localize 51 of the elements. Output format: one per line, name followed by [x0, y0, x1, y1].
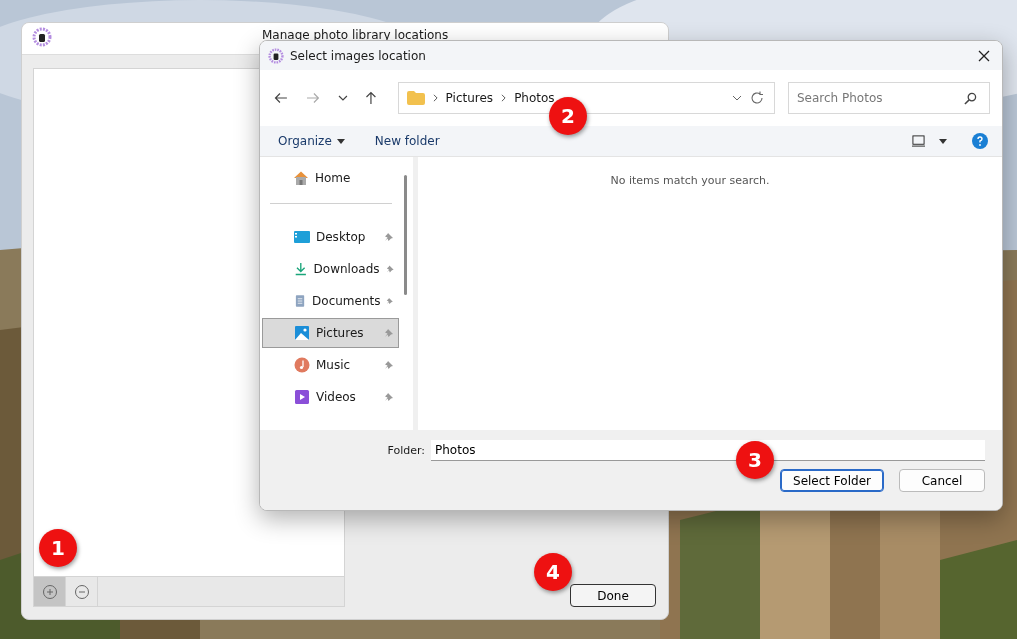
help-icon[interactable] — [972, 133, 988, 149]
nav-item[interactable]: Desktop — [262, 222, 399, 252]
download-icon — [294, 261, 308, 277]
add-button[interactable] — [34, 577, 66, 606]
search-field[interactable]: Search Photos — [787, 82, 990, 114]
select-folder-button[interactable]: Select Folder — [780, 469, 884, 492]
caret-icon[interactable] — [939, 138, 947, 144]
minus-circle-icon — [73, 583, 90, 600]
nav-item[interactable]: Downloads — [262, 254, 399, 284]
nav-item[interactable]: Documents — [262, 286, 399, 316]
new-folder-button[interactable]: New folder — [366, 131, 448, 151]
pin-icon — [384, 232, 394, 242]
refresh-icon[interactable] — [749, 91, 764, 105]
organize-button[interactable]: Organize — [270, 131, 353, 151]
chevron-right-icon — [432, 94, 438, 102]
nav-item[interactable]: Videos — [262, 382, 399, 412]
back-arrow-icon[interactable] — [274, 91, 288, 105]
pin-icon — [384, 392, 394, 402]
folder-icon — [406, 91, 425, 105]
monitor-icon — [294, 229, 310, 245]
chevron-down-icon[interactable] — [731, 95, 742, 101]
music-note-icon — [294, 357, 310, 373]
pin-icon — [386, 296, 394, 306]
nav-item[interactable]: Music — [262, 350, 399, 380]
pin-icon — [384, 328, 394, 338]
app-icon — [268, 47, 284, 64]
nav-item[interactable]: Pictures — [262, 318, 399, 348]
pin-icon — [384, 360, 394, 370]
up-arrow-icon[interactable] — [363, 91, 378, 105]
breadcrumb-item[interactable]: Pictures — [445, 91, 494, 105]
plus-circle-icon — [41, 583, 58, 600]
folder-label: Folder: — [387, 444, 425, 457]
image-icon — [294, 325, 310, 341]
window-title: Manage photo library locations — [262, 29, 449, 41]
caret-icon — [336, 138, 345, 144]
search-icon — [963, 92, 977, 105]
scrollbar[interactable] — [404, 175, 407, 295]
app-icon — [32, 27, 52, 47]
home-item[interactable]: Home — [260, 165, 400, 191]
close-icon[interactable] — [978, 49, 990, 62]
dialog-title: Select images location — [290, 48, 426, 63]
chevron-right-icon — [501, 94, 507, 102]
chevron-down-icon[interactable] — [337, 95, 348, 101]
view-icon[interactable] — [912, 135, 925, 147]
cancel-button[interactable]: Cancel — [899, 469, 985, 492]
pin-icon — [385, 264, 394, 274]
empty-message: No items match your search. — [610, 174, 770, 188]
done-button[interactable]: Done — [570, 584, 656, 607]
document-icon — [294, 293, 307, 309]
home-icon — [293, 170, 309, 186]
video-icon — [294, 389, 310, 405]
